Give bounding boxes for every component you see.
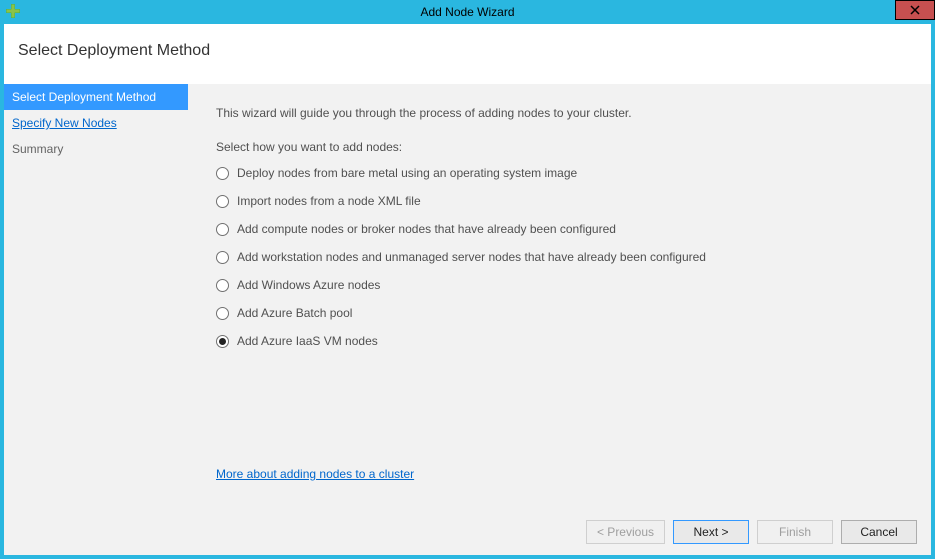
option-bare-metal[interactable]: Deploy nodes from bare metal using an op… xyxy=(216,166,903,180)
wizard-header: Select Deployment Method xyxy=(4,24,931,84)
close-button[interactable] xyxy=(895,0,935,20)
wizard-body: Select Deployment Method Specify New Nod… xyxy=(4,84,931,509)
option-label: Add Azure IaaS VM nodes xyxy=(237,334,378,348)
intro-text: This wizard will guide you through the p… xyxy=(216,106,903,120)
close-icon xyxy=(910,5,920,15)
option-azure-iaas-vm[interactable]: Add Azure IaaS VM nodes xyxy=(216,334,903,348)
radio-icon xyxy=(216,167,229,180)
wizard-window: Add Node Wizard Select Deployment Method… xyxy=(0,0,935,559)
radio-icon xyxy=(216,335,229,348)
sidebar-step-specify-nodes[interactable]: Specify New Nodes xyxy=(4,110,188,136)
wizard-sidebar: Select Deployment Method Specify New Nod… xyxy=(4,84,188,509)
page-title: Select Deployment Method xyxy=(18,42,917,60)
option-compute-broker[interactable]: Add compute nodes or broker nodes that h… xyxy=(216,222,903,236)
option-import-xml[interactable]: Import nodes from a node XML file xyxy=(216,194,903,208)
help-link[interactable]: More about adding nodes to a cluster xyxy=(216,467,414,481)
option-azure-batch[interactable]: Add Azure Batch pool xyxy=(216,306,903,320)
sidebar-item-label: Select Deployment Method xyxy=(12,90,156,104)
help-link-row: More about adding nodes to a cluster xyxy=(216,407,903,501)
window-title: Add Node Wizard xyxy=(420,5,514,19)
option-workstation-unmanaged[interactable]: Add workstation nodes and unmanaged serv… xyxy=(216,250,903,264)
option-label: Add Azure Batch pool xyxy=(237,306,352,320)
option-label: Add Windows Azure nodes xyxy=(237,278,380,292)
previous-button: < Previous xyxy=(586,520,665,544)
option-windows-azure[interactable]: Add Windows Azure nodes xyxy=(216,278,903,292)
prompt-text: Select how you want to add nodes: xyxy=(216,140,903,154)
sidebar-item-label: Summary xyxy=(12,142,63,156)
option-label: Add compute nodes or broker nodes that h… xyxy=(237,222,616,236)
titlebar: Add Node Wizard xyxy=(0,0,935,24)
option-label: Import nodes from a node XML file xyxy=(237,194,421,208)
wizard-footer: < Previous Next > Finish Cancel xyxy=(4,509,931,555)
sidebar-step-select-deployment[interactable]: Select Deployment Method xyxy=(4,84,188,110)
wizard-content: This wizard will guide you through the p… xyxy=(188,84,931,509)
radio-icon xyxy=(216,279,229,292)
radio-icon xyxy=(216,251,229,264)
option-label: Deploy nodes from bare metal using an op… xyxy=(237,166,577,180)
radio-icon xyxy=(216,307,229,320)
next-button[interactable]: Next > xyxy=(673,520,749,544)
sidebar-step-summary[interactable]: Summary xyxy=(4,136,188,162)
radio-icon xyxy=(216,223,229,236)
option-label: Add workstation nodes and unmanaged serv… xyxy=(237,250,706,264)
sidebar-item-label: Specify New Nodes xyxy=(12,116,117,130)
app-icon xyxy=(6,4,20,18)
cancel-button[interactable]: Cancel xyxy=(841,520,917,544)
radio-icon xyxy=(216,195,229,208)
finish-button: Finish xyxy=(757,520,833,544)
